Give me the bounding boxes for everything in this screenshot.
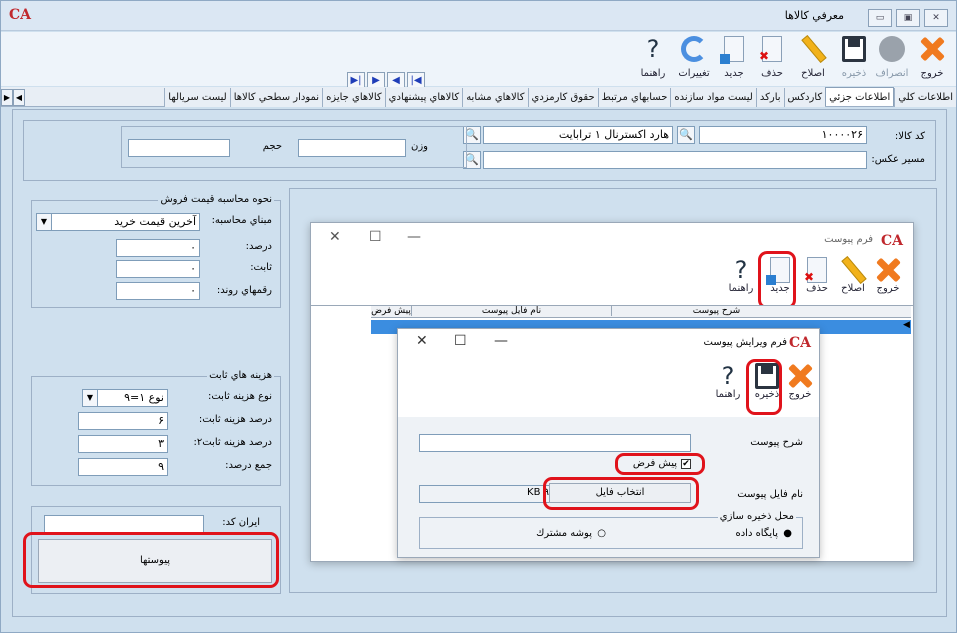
delete-tool[interactable]: ✖ حذف xyxy=(753,36,791,79)
chevron-down-icon[interactable]: ▼ xyxy=(82,389,98,407)
new-tool[interactable]: جديد xyxy=(715,36,753,79)
maximize-button[interactable]: ▣ xyxy=(896,9,920,27)
save-tool[interactable]: ذخيره xyxy=(835,36,873,79)
attach-help-tool[interactable]: ? راهنما xyxy=(721,257,761,294)
highlight-attachments xyxy=(23,532,279,588)
help-icon: ? xyxy=(721,362,735,390)
highlight-choose-file xyxy=(543,477,699,510)
tab-serials[interactable]: ليست سريالها xyxy=(164,88,230,107)
row-pointer-icon: ◀ xyxy=(903,320,910,330)
close-icon xyxy=(919,36,945,62)
tab-bom[interactable]: ليست مواد سازنده xyxy=(670,88,756,107)
edit-body: شرح پيوست ✔ پيش فرض نام فايل پيوست KB ۹ … xyxy=(398,417,819,557)
item-code-field[interactable]: ۱۰۰۰۰۲۶ xyxy=(699,126,867,144)
cancel-icon xyxy=(879,36,905,62)
storage-group: محل ذخيره سازي ● پايگاه داده ○ پوشه مشتر… xyxy=(419,511,803,549)
shared-radio[interactable]: ○ xyxy=(597,528,606,539)
close-button[interactable]: ✕ xyxy=(329,229,341,245)
percent-field[interactable]: ۰ xyxy=(116,239,200,257)
iran-code-field[interactable] xyxy=(44,515,204,533)
edit-attachment-form: CA فرم ويرايش پيوست ✕ ☐ — خروج ذخيره ? را… xyxy=(397,328,820,558)
cost-sum-field[interactable]: ۹ xyxy=(78,458,168,476)
edit-help-tool[interactable]: ? راهنما xyxy=(709,363,747,400)
main-window: CA معرفي كالاها ✕ ▣ ▭ ▶| ▶ ◀ |◀ خروج انص… xyxy=(0,0,957,633)
refresh-icon xyxy=(681,36,707,62)
weight-field[interactable] xyxy=(298,139,406,157)
changes-tool[interactable]: تغييرات xyxy=(673,36,715,79)
tab-suggested[interactable]: كالاهاي پيشنهادي xyxy=(384,88,463,107)
image-path-field[interactable] xyxy=(483,151,867,169)
highlight-save xyxy=(746,359,782,415)
tab-general[interactable]: اطلاعات كلي xyxy=(894,88,956,107)
help-icon: ? xyxy=(734,256,748,284)
volume-field[interactable] xyxy=(128,139,230,157)
title-bar: CA معرفي كالاها ✕ ▣ ▭ xyxy=(1,1,956,31)
app-logo: CA xyxy=(880,233,903,249)
db-radio[interactable]: ● xyxy=(783,528,792,539)
attach-edit-tool[interactable]: اصلاح xyxy=(835,255,871,294)
attachment-desc-field[interactable] xyxy=(419,434,691,452)
highlight-default xyxy=(615,453,705,475)
help-tool[interactable]: ? راهنما xyxy=(633,36,673,79)
tab-barcode[interactable]: باركد xyxy=(755,88,784,107)
close-icon xyxy=(875,257,901,283)
delete-doc-icon: ✖ xyxy=(759,36,782,63)
table-header: شرح پيوست نام فايل پيوست پيش فرض xyxy=(371,306,911,318)
calc-basis-select[interactable]: آخرين قيمت خريد xyxy=(48,213,200,231)
floppy-disk-icon xyxy=(842,36,866,62)
cost-pct-field[interactable]: ۶ xyxy=(78,412,168,430)
app-logo: CA xyxy=(788,335,811,351)
measure-group: وزن حجم xyxy=(121,126,467,168)
close-button[interactable]: ✕ xyxy=(924,9,948,27)
cost-pct2-field[interactable]: ۳ xyxy=(78,435,168,453)
chevron-down-icon[interactable]: ▼ xyxy=(36,213,52,231)
help-icon: ? xyxy=(646,35,660,63)
maximize-button[interactable]: ☐ xyxy=(369,229,382,245)
fixed-field[interactable]: ۰ xyxy=(116,260,200,278)
round-field[interactable]: ۰ xyxy=(116,282,200,300)
tab-scroll-left[interactable]: ◀ xyxy=(13,89,25,106)
attach-exit-tool[interactable]: خروج xyxy=(871,257,905,294)
highlight-new xyxy=(758,251,796,309)
search-code-button[interactable]: 🔍 xyxy=(677,126,695,144)
exit-tool[interactable]: خروج xyxy=(913,36,951,79)
pencil-icon xyxy=(838,255,868,285)
maximize-button[interactable]: ☐ xyxy=(454,333,467,349)
tab-cardex[interactable]: كاردكس xyxy=(783,88,826,107)
tab-scroll-right[interactable]: ▶ xyxy=(1,89,13,106)
cancel-tool[interactable]: انصراف xyxy=(873,36,911,79)
minimize-button[interactable]: ▭ xyxy=(868,9,892,27)
window-title: معرفي كالاها xyxy=(784,9,844,22)
edit-tool[interactable]: اصلاح xyxy=(793,34,833,79)
fixed-costs-group: هزينه هاي ثابت نوع هزينه ثابت: نوع ۱=۹ ▼… xyxy=(31,370,281,486)
tab-prize[interactable]: كالاهاي جايزه xyxy=(322,88,385,107)
new-doc-icon xyxy=(720,36,744,64)
item-name-field[interactable]: هارد اكسترنال ۱ ترابايت xyxy=(483,126,673,144)
cost-type-select[interactable]: نوع ۱=۹ xyxy=(96,389,168,407)
tab-chart[interactable]: نمودار سطحي كالاها xyxy=(229,88,323,107)
main-toolbar: ▶| ▶ ◀ |◀ خروج انصراف ذخيره اصلاح ✖ حذف ج… xyxy=(1,32,956,90)
close-button[interactable]: ✕ xyxy=(416,333,428,349)
app-logo: CA xyxy=(9,7,32,23)
tab-similar[interactable]: كالاهاي مشابه xyxy=(462,88,528,107)
tab-accounts[interactable]: حسابهاي مرتبط xyxy=(597,88,671,107)
attach-delete-tool[interactable]: ✖ حذف xyxy=(801,257,833,294)
tab-strip: اطلاعات كلياطلاعات جزئيكاردكسباركدليست م… xyxy=(1,87,956,107)
minimize-button[interactable]: — xyxy=(407,229,421,245)
tab-wages[interactable]: حقوق كارمزدي xyxy=(527,88,598,107)
minimize-button[interactable]: — xyxy=(494,333,508,349)
edit-exit-tool[interactable]: خروج xyxy=(785,363,815,400)
delete-doc-icon: ✖ xyxy=(804,257,827,284)
pricing-group: نحوه محاسبه قيمت فروش مبناي محاسبه: آخري… xyxy=(31,194,281,308)
close-icon xyxy=(787,363,813,389)
pencil-icon xyxy=(798,34,828,64)
tab-details[interactable]: اطلاعات جزئي xyxy=(825,87,895,106)
